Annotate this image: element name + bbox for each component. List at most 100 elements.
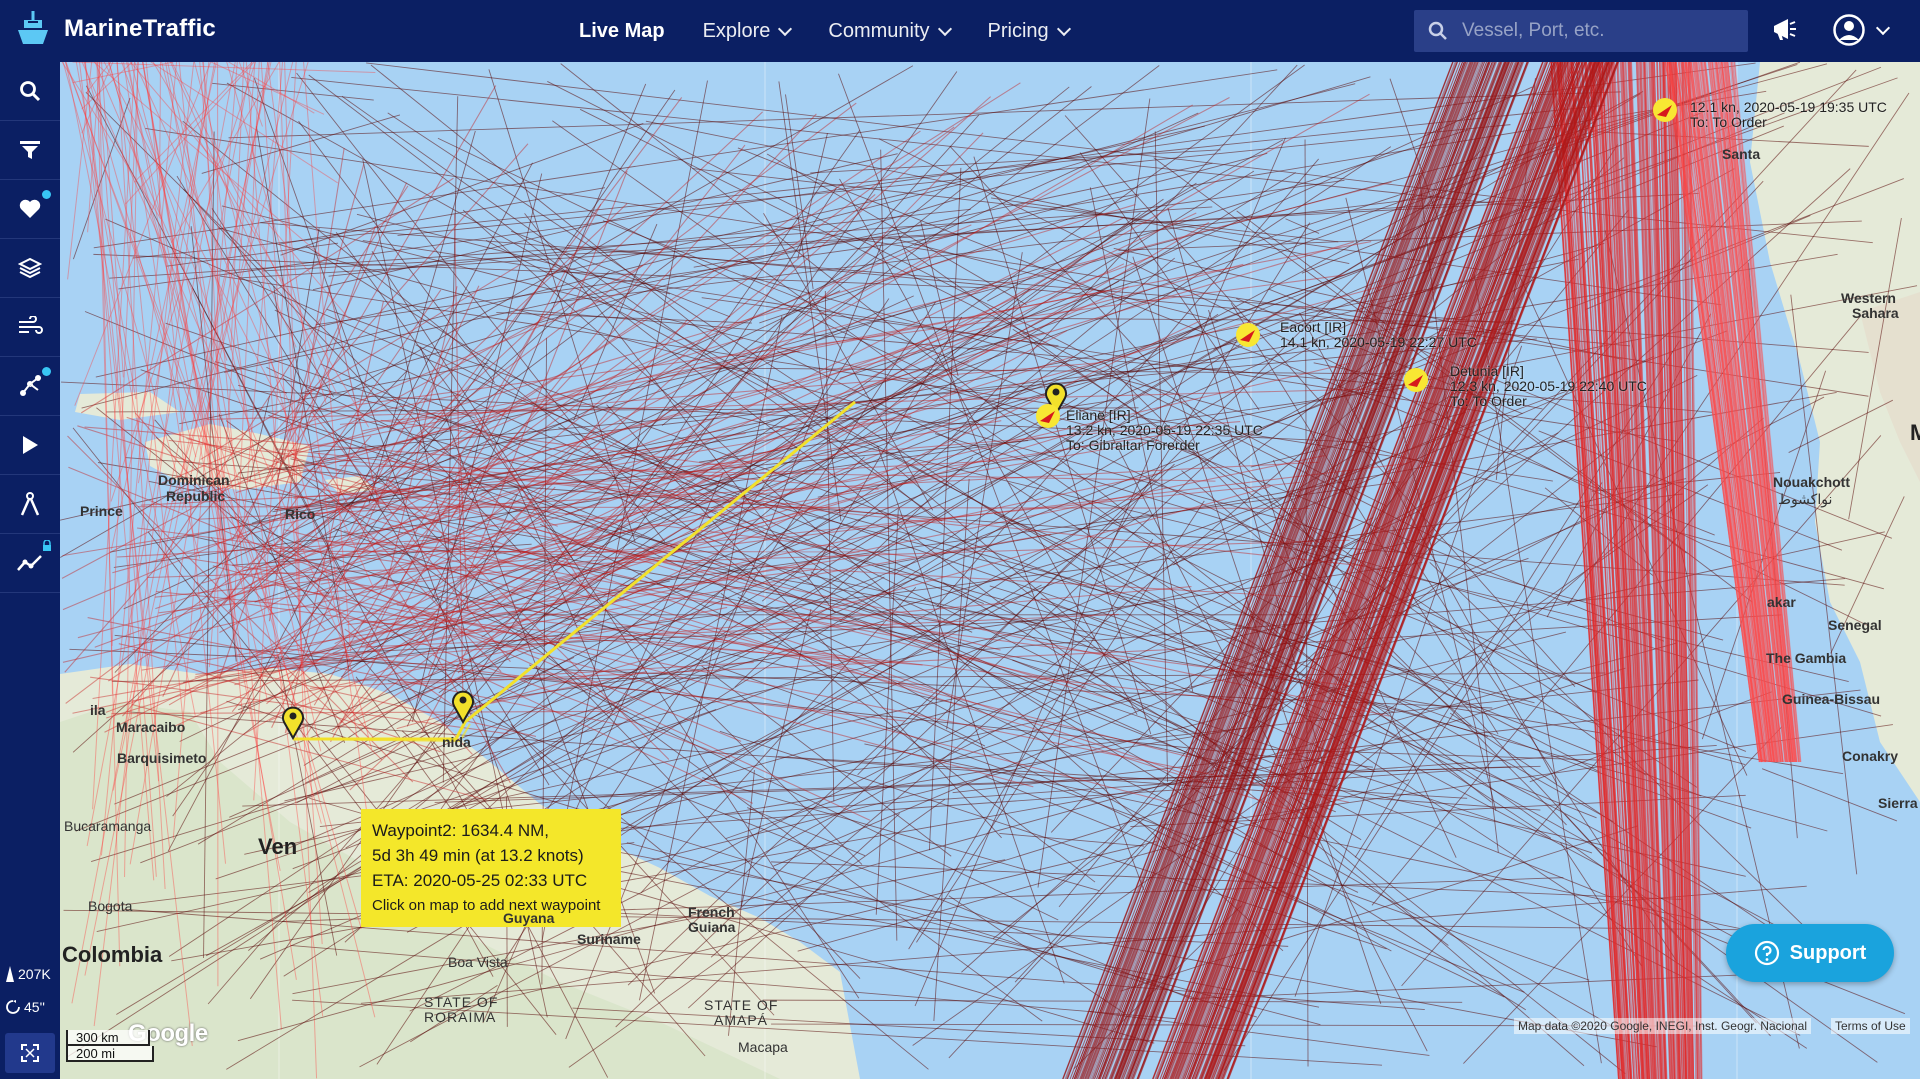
sidebar-layers-button[interactable] [0, 239, 60, 298]
analytics-icon [17, 555, 42, 571]
place-label: Ven [258, 834, 298, 859]
vessel-marker[interactable] [1035, 403, 1061, 429]
vessel-label: Eacort [IR] 14.1 kn, 2020-05-19 22:27 UT… [1280, 320, 1477, 350]
vessel-marker[interactable] [1652, 97, 1678, 123]
place-label: STATE OF [704, 997, 779, 1013]
main-nav: Live Map Explore Community Pricing [579, 0, 1071, 62]
place-label: akar [1767, 594, 1796, 610]
vessel-destination: To: To Order [1450, 393, 1527, 409]
vessel-icon [6, 966, 14, 982]
map-attribution: Map data ©2020 Google, INEGI, Inst. Geog… [1514, 1018, 1812, 1034]
refresh-icon [6, 1000, 20, 1014]
sidebar-routes-button[interactable] [0, 357, 60, 416]
place-label: Barquisimeto [117, 750, 207, 766]
sidebar-playback-button[interactable] [0, 416, 60, 475]
search-icon [20, 81, 41, 102]
scale-mi: 200 mi [66, 1046, 154, 1062]
filter-icon [20, 141, 40, 159]
nav-community[interactable]: Community [828, 20, 952, 43]
search-box[interactable] [1414, 10, 1748, 52]
search-icon [1428, 21, 1447, 40]
vessel-speed-time: 12.3 kn, 2020-05-19 22:40 UTC [1450, 378, 1647, 394]
place-label: STATE OF [424, 994, 499, 1010]
place-label: Bogota [88, 898, 133, 914]
vessel-speed-time: 12.1 kn, 2020-05-19 19:35 UTC [1690, 99, 1887, 115]
place-label: Guiana [688, 919, 736, 935]
place-label: AMAPÁ [714, 1012, 769, 1028]
wind-icon [19, 316, 43, 334]
route-distance: Waypoint2: 1634.4 NM, [372, 821, 550, 840]
place-label: Sahara [1852, 305, 1899, 321]
search-input[interactable] [1460, 19, 1734, 43]
vessel-name: Eacort [IR] [1280, 319, 1347, 335]
nav-pricing-label: Pricing [987, 19, 1049, 42]
place-label: نواكشوط [1778, 491, 1833, 507]
sidebar-weather-button[interactable] [0, 298, 60, 357]
route-tooltip: Waypoint2: 1634.4 NM, 5d 3h 49 min (at 1… [361, 809, 621, 927]
place-label: Bucaramanga [64, 818, 152, 834]
waypoint-pin[interactable] [451, 688, 475, 724]
chevron-down-icon [1056, 21, 1071, 36]
place-label: Santa [1722, 146, 1761, 162]
sidebar-search-button[interactable] [0, 62, 60, 121]
vessel-label: 12.1 kn, 2020-05-19 19:35 UTC To: To Ord… [1690, 100, 1887, 130]
vessel-destination: To: To Order [1690, 114, 1767, 130]
top-navigation-bar: MarineTraffic Live Map Explore Community… [0, 0, 1920, 62]
place-label: Republic [166, 488, 226, 504]
account-menu[interactable] [1832, 13, 1891, 47]
place-label: Dominican [158, 472, 230, 488]
place-label: ila [90, 702, 106, 718]
route-duration: 5d 3h 49 min (at 13.2 knots) [372, 846, 584, 865]
sidebar-filter-button[interactable] [0, 121, 60, 180]
scale-km: 300 km [66, 1030, 150, 1046]
help-icon [1754, 940, 1779, 966]
announcement-icon[interactable] [1770, 14, 1800, 44]
vessel-marker[interactable] [1403, 367, 1429, 393]
place-label: Western [1841, 290, 1896, 306]
waypoint-pin[interactable] [281, 704, 305, 740]
vessel-destination: To: Gibraltar Forerder [1066, 437, 1200, 453]
vessel-speed-time: 13.2 kn, 2020-05-19 22:35 UTC [1066, 422, 1263, 438]
nav-explore[interactable]: Explore [702, 19, 793, 43]
place-label: Prince [80, 503, 123, 519]
brand-name: MarineTraffic [64, 15, 216, 42]
place-label: Conakry [1842, 748, 1899, 764]
heart-icon [19, 199, 41, 218]
left-toolbar: 207K 45'' [0, 62, 60, 1079]
chevron-down-icon [778, 21, 793, 36]
vessel-marker[interactable] [1235, 322, 1261, 348]
place-label: Maracaibo [116, 719, 186, 735]
place-label: Guinea-Bissau [1782, 691, 1881, 707]
route-eta: ETA: 2020-05-25 02:33 UTC [372, 871, 588, 890]
sidebar-measure-button[interactable] [0, 475, 60, 534]
fullscreen-button[interactable] [5, 1033, 55, 1073]
place-label: Nouakchott [1773, 474, 1850, 490]
play-icon [23, 436, 38, 454]
vessel-label: Detunia [IR] 12.3 kn, 2020-05-19 22:40 U… [1450, 364, 1647, 409]
notification-dot [42, 367, 51, 376]
support-button[interactable]: Support [1726, 924, 1894, 982]
sidebar-analytics-button[interactable] [0, 534, 60, 593]
vessel-count: 207K [6, 966, 51, 982]
place-label: Macapa [738, 1039, 788, 1055]
place-label: Senegal [1828, 617, 1882, 633]
sidebar-favorites-button[interactable] [0, 180, 60, 239]
nav-explore-label: Explore [702, 19, 771, 42]
map-scale: 300 km 200 mi [66, 1030, 154, 1062]
place-label: RORAIMA [424, 1009, 497, 1025]
user-avatar-icon [1833, 14, 1865, 46]
brand-logo[interactable]: MarineTraffic [12, 8, 216, 50]
layers-icon [18, 257, 42, 279]
place-label: nida [442, 734, 471, 750]
support-label: Support [1789, 941, 1867, 964]
chevron-down-icon [937, 21, 952, 36]
terms-link[interactable]: Terms of Use [1831, 1018, 1910, 1034]
place-label: Boa Vista [448, 954, 508, 970]
place-label: Sierra [1878, 795, 1918, 811]
vessel-name: Eliane [IR] [1066, 407, 1131, 423]
place-label: Guyana [503, 910, 555, 926]
live-map[interactable]: Eliane [IR] 13.2 kn, 2020-05-19 22:35 UT… [60, 62, 1920, 1079]
nav-pricing[interactable]: Pricing [987, 19, 1071, 43]
ship-logo-icon [18, 11, 48, 44]
nav-live-map[interactable]: Live Map [579, 20, 665, 43]
